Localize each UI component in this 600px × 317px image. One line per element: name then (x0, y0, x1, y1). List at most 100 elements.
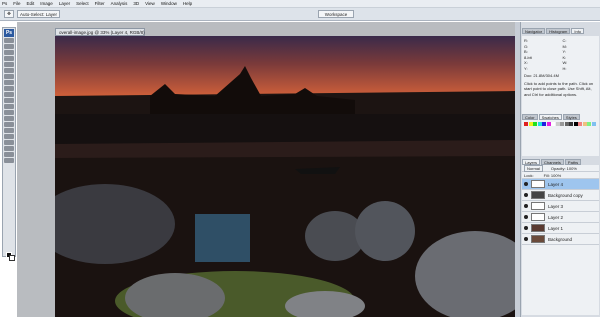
lock-label: Lock: (524, 172, 534, 178)
swatch[interactable] (546, 122, 551, 126)
hand-tool-icon[interactable] (4, 152, 14, 157)
layer-row[interactable]: Layer 2 (522, 212, 599, 223)
swatch[interactable] (524, 122, 528, 126)
layer-name: Layer 2 (548, 214, 564, 220)
menu-layer[interactable]: Layer (59, 1, 70, 6)
clone-tool-icon[interactable] (4, 86, 14, 91)
top-panel-tabs: Navigator Histogram Info (522, 28, 585, 34)
swatch[interactable] (587, 122, 591, 126)
layer-name: Layer 3 (548, 203, 564, 209)
doc-info: Doc: 21.8M/304.4M (524, 73, 559, 78)
menu-select[interactable]: Select (76, 1, 89, 6)
swatch[interactable] (537, 122, 542, 126)
eraser-tool-icon[interactable] (4, 98, 14, 103)
info-h: H: (562, 65, 567, 71)
menu-file[interactable]: File (13, 1, 20, 6)
swatch[interactable] (551, 122, 555, 126)
menu-window[interactable]: Window (161, 1, 177, 6)
document-canvas[interactable] (55, 36, 515, 317)
history-brush-icon[interactable] (4, 92, 14, 97)
eye-icon[interactable] (524, 226, 528, 230)
swatch[interactable] (542, 122, 546, 126)
eye-icon[interactable] (524, 237, 528, 241)
3d-tool-icon[interactable] (4, 146, 14, 151)
info-y: Y: (524, 65, 528, 71)
menu-image[interactable]: Image (40, 1, 53, 6)
background-color-swatch[interactable] (9, 255, 15, 261)
tab-info[interactable]: Info (571, 28, 585, 34)
toolbox: Ps (2, 27, 16, 261)
auto-select-checkbox[interactable]: Auto-Select: Layer (17, 10, 61, 18)
menu-ps[interactable]: Ps (2, 1, 7, 6)
crop-tool-icon[interactable] (4, 62, 14, 67)
path-select-tool-icon[interactable] (4, 134, 14, 139)
eye-icon[interactable] (524, 193, 528, 197)
dodge-tool-icon[interactable] (4, 116, 14, 121)
menu-3d[interactable]: 3D (133, 1, 139, 6)
move-tool-icon[interactable]: ✥ (4, 10, 14, 18)
lock-row: Lock: Fill: 100% (522, 172, 599, 179)
layer-thumbnail (531, 180, 545, 188)
layer-thumbnail (531, 202, 545, 210)
menu-analysis[interactable]: Analysis (111, 1, 128, 6)
workspace-button[interactable]: Workspace (318, 10, 354, 18)
menu-view[interactable]: View (145, 1, 155, 6)
menubar: Ps File Edit Image Layer Select Filter A… (0, 0, 600, 8)
eyedropper-tool-icon[interactable] (4, 68, 14, 73)
layer-row[interactable]: Layer 4 (522, 179, 599, 190)
menu-edit[interactable]: Edit (27, 1, 35, 6)
layers-options-row: Normal Opacity: 100% (522, 164, 599, 172)
layer-thumbnail (531, 191, 545, 199)
swatch[interactable] (578, 122, 582, 126)
layer-thumbnail (531, 224, 545, 232)
shape-tool-icon[interactable] (4, 140, 14, 145)
swatch[interactable] (564, 122, 569, 126)
layer-name: Layer 4 (548, 181, 564, 187)
fill-field[interactable]: Fill: 100% (544, 173, 562, 178)
layer-row[interactable]: Background (522, 234, 599, 245)
info-hint: Click to add points to the path. Click o… (524, 80, 594, 97)
pen-tool-icon[interactable] (4, 122, 14, 127)
brush-tool-icon[interactable] (4, 80, 14, 85)
options-bar: ✥ Auto-Select: Layer (0, 8, 600, 21)
gradient-tool-icon[interactable] (4, 104, 14, 109)
swatch[interactable] (573, 122, 578, 126)
type-tool-icon[interactable] (4, 128, 14, 133)
swatch[interactable] (528, 122, 533, 126)
layer-thumbnail (531, 235, 545, 243)
quick-select-tool-icon[interactable] (4, 56, 14, 61)
document-tab[interactable]: overall-image.jpg @ 33% (Layer 4, RGB/8) (55, 28, 145, 36)
layer-row[interactable]: Background copy (522, 190, 599, 201)
swatch[interactable] (569, 122, 573, 126)
menu-filter[interactable]: Filter (95, 1, 105, 6)
eye-icon[interactable] (524, 182, 528, 186)
marquee-tool-icon[interactable] (4, 44, 14, 49)
lasso-tool-icon[interactable] (4, 50, 14, 55)
ps-logo: Ps (4, 29, 14, 37)
menu-help[interactable]: Help (183, 1, 192, 6)
swatches-panel (522, 120, 599, 156)
swatch[interactable] (582, 122, 587, 126)
tab-navigator[interactable]: Navigator (522, 28, 546, 34)
healing-tool-icon[interactable] (4, 74, 14, 79)
layer-name: Background copy (548, 192, 583, 198)
info-panel: R: C: G: M: B: Y: 8-bit K: X: W: Y: H: D… (522, 36, 599, 126)
swatch[interactable] (560, 122, 564, 126)
layer-row[interactable]: Layer 3 (522, 201, 599, 212)
tab-histogram[interactable]: Histogram (546, 28, 571, 34)
scene-image (55, 66, 515, 317)
layer-name: Layer 1 (548, 225, 564, 231)
swatch[interactable] (591, 122, 596, 126)
layer-thumbnail (531, 213, 545, 221)
layer-row[interactable]: Layer 1 (522, 223, 599, 234)
swatch[interactable] (555, 122, 560, 126)
move-tool-icon[interactable] (4, 38, 14, 43)
eye-icon[interactable] (524, 204, 528, 208)
layer-name: Background (548, 236, 573, 242)
blur-tool-icon[interactable] (4, 110, 14, 115)
blend-mode-select[interactable]: Normal (524, 164, 543, 172)
opacity-field[interactable]: Opacity: 100% (551, 166, 577, 171)
zoom-tool-icon[interactable] (4, 158, 14, 163)
eye-icon[interactable] (524, 215, 528, 219)
swatch[interactable] (533, 122, 537, 126)
